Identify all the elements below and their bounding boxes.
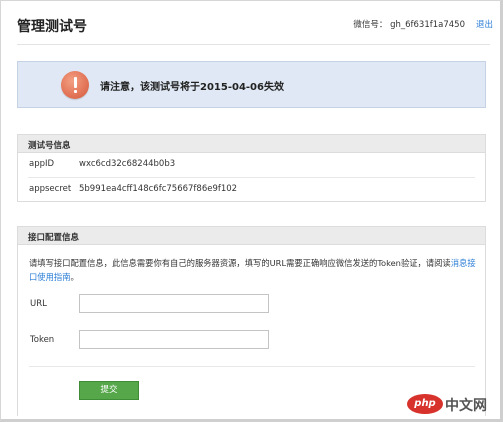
- config-description-text: 请填写接口配置信息，此信息需要你有自己的服务器资源，填写的URL需要正确响应微信…: [29, 258, 451, 268]
- config-description-end: 。: [70, 272, 79, 282]
- logout-link[interactable]: 退出: [476, 18, 493, 30]
- site-watermark: php 中文网: [407, 392, 497, 416]
- info-key: appsecret: [29, 184, 72, 194]
- config-description: 请填写接口配置信息，此信息需要你有自己的服务器资源，填写的URL需要正确响应微信…: [29, 256, 477, 284]
- token-label: Token: [30, 335, 55, 345]
- test-account-info-panel: 测试号信息 appID wxc6cd32c68244b0b3 appsecret…: [17, 134, 486, 202]
- token-input[interactable]: [79, 330, 269, 349]
- header: 管理测试号 微信号： gh_6f631f1a7450 退出: [17, 16, 493, 40]
- page-title: 管理测试号: [17, 19, 87, 35]
- account-id: 微信号： gh_6f631f1a7450: [353, 20, 465, 30]
- panel-title: 测试号信息: [18, 135, 485, 153]
- url-label: URL: [30, 299, 47, 309]
- notice-message: 请注意，该测试号将于2015-04-06失效: [100, 82, 284, 93]
- url-input[interactable]: [79, 294, 269, 313]
- expiry-notice: 请注意，该测试号将于2015-04-06失效: [17, 61, 486, 108]
- panel-title: 接口配置信息: [18, 227, 485, 245]
- warning-icon: [61, 71, 89, 99]
- header-divider: [17, 44, 490, 45]
- info-row-appsecret: appsecret 5b991ea4cff148c6fc75667f86e9f1…: [18, 178, 485, 202]
- info-row-appid: appID wxc6cd32c68244b0b3: [18, 153, 485, 177]
- form-divider: [29, 366, 475, 367]
- submit-button[interactable]: 提交: [79, 381, 139, 400]
- info-value: 5b991ea4cff148c6fc75667f86e9f102: [79, 184, 238, 194]
- interface-config-panel: 接口配置信息 请填写接口配置信息，此信息需要你有自己的服务器资源，填写的URL需…: [17, 226, 486, 416]
- watermark-badge: php: [407, 394, 443, 414]
- watermark-text: 中文网: [445, 398, 487, 414]
- info-key: appID: [29, 159, 55, 169]
- info-value: wxc6cd32c68244b0b3: [79, 159, 176, 169]
